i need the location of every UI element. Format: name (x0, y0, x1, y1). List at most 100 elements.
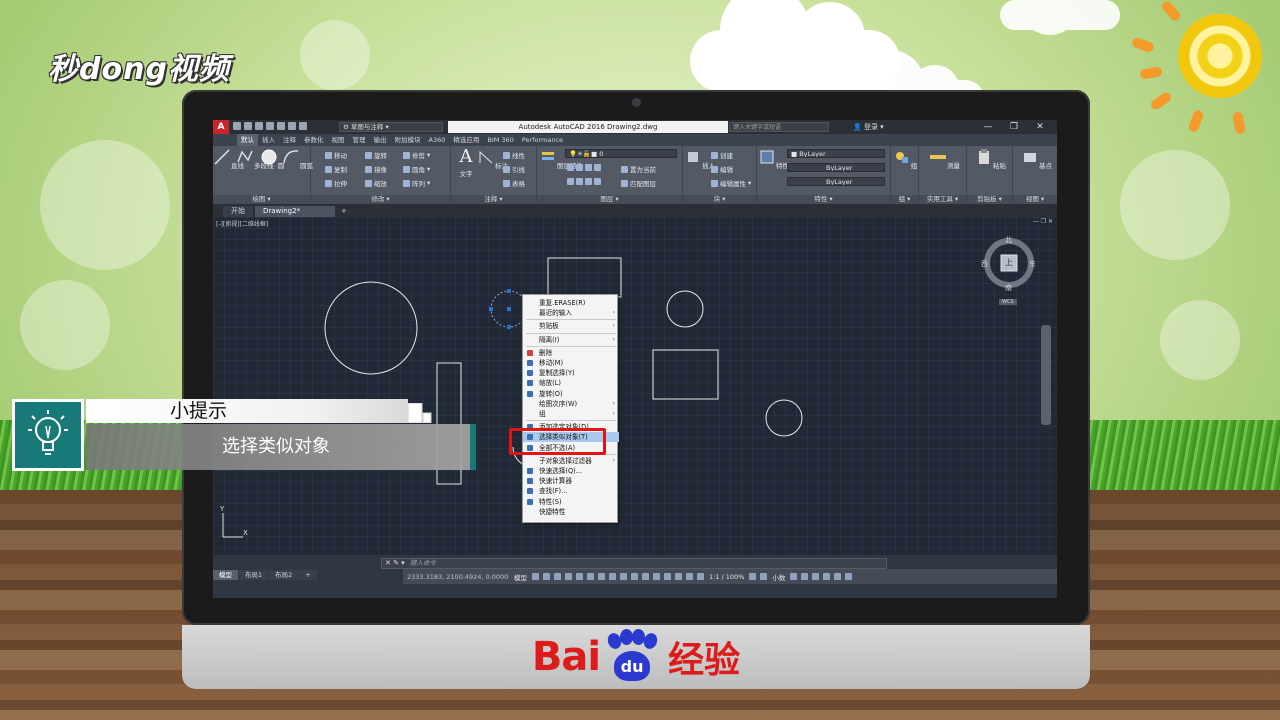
tab-output[interactable]: 输出 (370, 134, 391, 146)
save-icon[interactable] (255, 122, 263, 130)
grip-center[interactable] (507, 307, 511, 311)
tab-featured-apps[interactable]: 精选应用 (449, 134, 483, 146)
tab-addins[interactable]: 附加模块 (391, 134, 425, 146)
dynamic-ucs-icon[interactable] (653, 573, 660, 580)
customization-menu-icon[interactable] (845, 573, 853, 580)
workspace-switch-icon[interactable] (749, 573, 757, 580)
grid-icon[interactable] (532, 573, 539, 580)
tab-annotate[interactable]: 注释 (279, 134, 300, 146)
group-tool[interactable]: 组 (892, 148, 918, 170)
circle-large[interactable] (324, 281, 418, 375)
navigation-bar[interactable] (1041, 325, 1051, 425)
context-menu-item[interactable]: 绘图次序(W) › (523, 399, 619, 409)
gizmo-icon[interactable] (675, 573, 682, 580)
insert-block-tool[interactable]: 插入 (684, 148, 715, 170)
rect-top[interactable] (547, 257, 622, 298)
trim-tool[interactable]: 修剪 ▾ (403, 150, 430, 160)
context-menu-item[interactable]: 快速计算器 (523, 476, 619, 486)
match-layer-tool[interactable]: 匹配图层 (621, 178, 656, 188)
leader-tool[interactable]: 引线 (503, 164, 525, 174)
command-line-controls[interactable]: ✕ ✎ ▾ (382, 559, 406, 568)
annotation-scale-button[interactable]: 1:1 / 100% (706, 573, 747, 581)
panel-title-layers[interactable]: 图层 ▾ (537, 195, 682, 204)
make-current-tool[interactable]: 置为当前 (621, 164, 656, 174)
save-as-icon[interactable] (266, 122, 274, 130)
color-dropdown[interactable]: ■ ByLayer (787, 149, 885, 158)
tab-start[interactable]: 开始 (223, 206, 253, 217)
snap-icon[interactable] (543, 573, 550, 580)
panel-title-annotation[interactable]: 注释 ▾ (451, 195, 536, 204)
selection-filter-icon[interactable] (664, 573, 671, 580)
lineweight-dropdown[interactable]: ByLayer (787, 177, 885, 186)
fillet-tool[interactable]: 圆角 ▾ (403, 164, 430, 174)
create-block-tool[interactable]: 创建 (711, 150, 733, 160)
circle-far-right[interactable] (765, 399, 803, 437)
context-menu-item[interactable]: 特性(S) (523, 497, 619, 507)
tab-drawing2[interactable]: Drawing2* (255, 206, 335, 217)
autocad-logo-icon[interactable]: A (213, 120, 229, 134)
new-icon[interactable] (233, 122, 241, 130)
tab-layout1[interactable]: 布局1 (239, 570, 269, 580)
panel-title-block[interactable]: 块 ▾ (683, 195, 756, 204)
layer-tool-row[interactable] (567, 164, 601, 171)
context-menu-item[interactable]: 复制选择(Y) (523, 368, 619, 378)
annotation-monitor-icon[interactable] (760, 573, 768, 580)
panel-title-utilities[interactable]: 实用工具 ▾ (919, 195, 966, 204)
arc-tool[interactable]: 圆弧 (282, 148, 313, 170)
object-snap-tracking-icon[interactable] (587, 573, 594, 580)
annotation-visibility-icon[interactable] (686, 573, 693, 580)
table-tool[interactable]: 表格 (503, 178, 525, 188)
stretch-tool[interactable]: 拉伸 (325, 178, 347, 188)
layer-dropdown[interactable]: 💡☀🔓■ 0 (565, 149, 677, 158)
3d-osnap-icon[interactable] (642, 573, 649, 580)
open-icon[interactable] (244, 122, 252, 130)
context-menu-item[interactable]: 子对象选择过滤器 › (523, 456, 619, 466)
isodraft-icon[interactable] (576, 573, 583, 580)
print-icon[interactable] (277, 122, 285, 130)
linear-tool[interactable]: 线性 (503, 150, 525, 160)
match-properties-tool[interactable]: 特性匹配 (758, 148, 802, 170)
wcs-badge[interactable]: WCS (999, 299, 1017, 305)
transparency-icon[interactable] (620, 573, 627, 580)
object-snap-icon[interactable] (598, 573, 605, 580)
panel-title-clipboard[interactable]: 剪贴板 ▾ (967, 195, 1012, 204)
tab-parametric[interactable]: 参数化 (300, 134, 328, 146)
workspace-dropdown[interactable]: ⚙ 草图与注释 ▾ (339, 122, 443, 132)
tab-insert[interactable]: 插入 (258, 134, 279, 146)
context-menu-item[interactable]: 快捷特性 (523, 507, 619, 517)
context-menu-item[interactable]: 旋转(O) (523, 389, 619, 399)
panel-title-groups[interactable]: 组 ▾ (891, 195, 918, 204)
minimize-button[interactable]: — (975, 120, 1001, 134)
dimension-tool[interactable]: 标注 (477, 148, 508, 170)
layer-properties-tool[interactable]: 图层特性 (539, 148, 583, 170)
new-tab-button[interactable]: + (337, 206, 351, 217)
lock-ui-icon[interactable] (801, 573, 809, 580)
circle-small-right[interactable] (666, 290, 704, 328)
mirror-tool[interactable]: 镜像 (365, 164, 387, 174)
move-tool[interactable]: 移动 (325, 150, 347, 160)
tab-manage[interactable]: 管理 (349, 134, 370, 146)
paste-tool[interactable]: 粘贴 (975, 148, 1006, 170)
tab-view[interactable]: 视图 (328, 134, 349, 146)
panel-title-draw[interactable]: 绘图 ▾ (213, 195, 310, 204)
tab-model[interactable]: 模型 (213, 570, 238, 580)
context-menu-item[interactable]: 缩放(L) (523, 378, 619, 388)
command-input[interactable]: 键入命令 (410, 559, 886, 568)
context-menu-item[interactable]: 组 › (523, 409, 619, 419)
auto-scale-icon[interactable] (697, 573, 704, 580)
context-menu-item[interactable]: 快速选择(Q)... (523, 466, 619, 476)
ortho-icon[interactable] (554, 573, 561, 580)
edit-attributes-tool[interactable]: 编辑属性 ▾ (711, 178, 751, 188)
grip-bottom[interactable] (507, 325, 511, 329)
lineweight-icon[interactable] (609, 573, 616, 580)
grip-left[interactable] (489, 307, 493, 311)
viewcube[interactable]: 北 南 西 东 上 WCS (981, 235, 1037, 305)
context-menu-item[interactable]: 重复.ERASE(R) (523, 298, 619, 308)
base-point-tool[interactable]: 基点 (1021, 148, 1052, 170)
close-button[interactable]: ✕ (1027, 120, 1053, 134)
panel-title-view[interactable]: 视图 ▾ (1013, 195, 1057, 204)
units-button[interactable]: 小数 (769, 572, 788, 582)
redo-icon[interactable] (299, 122, 307, 130)
context-menu-item[interactable]: 查找(F)... (523, 486, 619, 496)
model-space-button[interactable]: 模型 (511, 572, 530, 582)
